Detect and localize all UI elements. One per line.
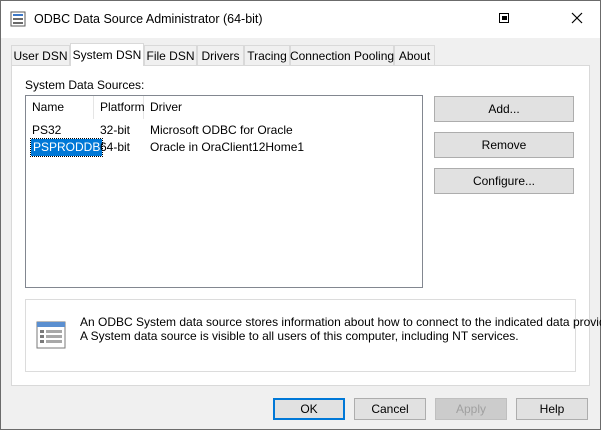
tab-system-dsn[interactable]: System DSN [70, 43, 144, 66]
odbc-app-icon [10, 11, 26, 27]
list-item[interactable]: PS32 32-bit Microsoft ODBC for Oracle [26, 122, 422, 139]
context-help-icon [498, 12, 510, 27]
info-text: An ODBC System data source stores inform… [80, 315, 601, 343]
apply-button[interactable]: Apply [435, 398, 507, 420]
tab-drivers[interactable]: Drivers [197, 45, 244, 65]
dialog-window: ODBC Data Source Administrator (64-bit) … [0, 0, 601, 430]
dsn-name: PSPRODDB [29, 138, 104, 157]
cancel-button[interactable]: Cancel [354, 398, 426, 420]
dsn-platform: 64-bit [100, 140, 131, 154]
column-header-platform[interactable]: Platform [94, 96, 145, 119]
dsn-driver: Oracle in OraClient12Home1 [150, 140, 305, 154]
system-data-sources-label: System Data Sources: [25, 78, 145, 92]
tab-tracing[interactable]: Tracing [244, 45, 290, 65]
dsn-driver: Microsoft ODBC for Oracle [150, 123, 293, 137]
ok-button[interactable]: OK [273, 398, 345, 420]
list-header: Name Platform Driver [26, 96, 422, 119]
close-button[interactable] [554, 1, 600, 38]
list-item-selected[interactable]: PSPRODDB 64-bit Oracle in OraClient12Hom… [26, 138, 422, 157]
data-source-icon [35, 319, 67, 351]
tab-connection-pooling[interactable]: Connection Pooling [290, 45, 394, 65]
configure-button[interactable]: Configure... [434, 168, 574, 194]
tab-user-dsn[interactable]: User DSN [11, 45, 70, 65]
column-header-driver[interactable]: Driver [144, 96, 422, 119]
info-line-1: An ODBC System data source stores inform… [80, 315, 601, 329]
info-line-2: A System data source is visible to all u… [80, 329, 519, 343]
system-data-sources-list[interactable]: Name Platform Driver PS32 32-bit Microso… [25, 95, 423, 288]
close-icon [571, 12, 583, 27]
tab-about[interactable]: About [394, 45, 435, 65]
remove-button[interactable]: Remove [434, 132, 574, 158]
dsn-platform: 32-bit [100, 123, 131, 137]
help-button[interactable]: Help [516, 398, 588, 420]
context-help-button[interactable] [481, 1, 527, 38]
title-bar[interactable]: ODBC Data Source Administrator (64-bit) [1, 1, 600, 38]
add-button[interactable]: Add... [434, 96, 574, 122]
dsn-name: PS32 [32, 123, 62, 137]
apply-label: Apply [455, 402, 487, 416]
info-panel: An ODBC System data source stores inform… [25, 299, 601, 372]
tab-file-dsn[interactable]: File DSN [144, 45, 197, 65]
window-title: ODBC Data Source Administrator (64-bit) [34, 12, 263, 26]
column-header-name[interactable]: Name [26, 96, 94, 119]
